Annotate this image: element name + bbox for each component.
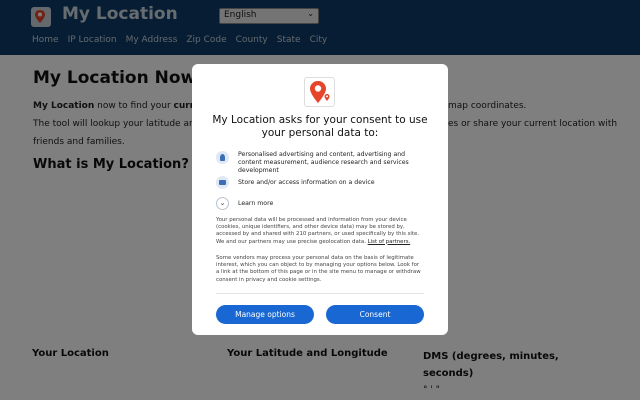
learn-more-label[interactable]: Learn more: [238, 200, 428, 208]
person-icon: [216, 151, 229, 164]
consent-title: My Location asks for your consent to use…: [212, 114, 428, 139]
consent-dialog: My Location asks for your consent to use…: [192, 64, 448, 335]
consent-button[interactable]: Consent: [326, 305, 424, 324]
consent-body-text-2: Some vendors may process your personal d…: [216, 255, 421, 283]
purpose-text: Store and/or access information on a dev…: [238, 179, 375, 186]
device-icon: [216, 176, 229, 189]
list-of-partners-link[interactable]: List of partners.: [368, 239, 411, 245]
divider: [216, 293, 424, 294]
chevron-down-icon[interactable]: ⌄: [216, 197, 229, 210]
manage-options-button[interactable]: Manage options: [216, 305, 314, 324]
location-pin-logo-icon: [304, 77, 335, 107]
consent-body-text-1: Your personal data will be processed and…: [216, 217, 424, 246]
purpose-text: Personalised advertising and content, ad…: [238, 151, 409, 174]
